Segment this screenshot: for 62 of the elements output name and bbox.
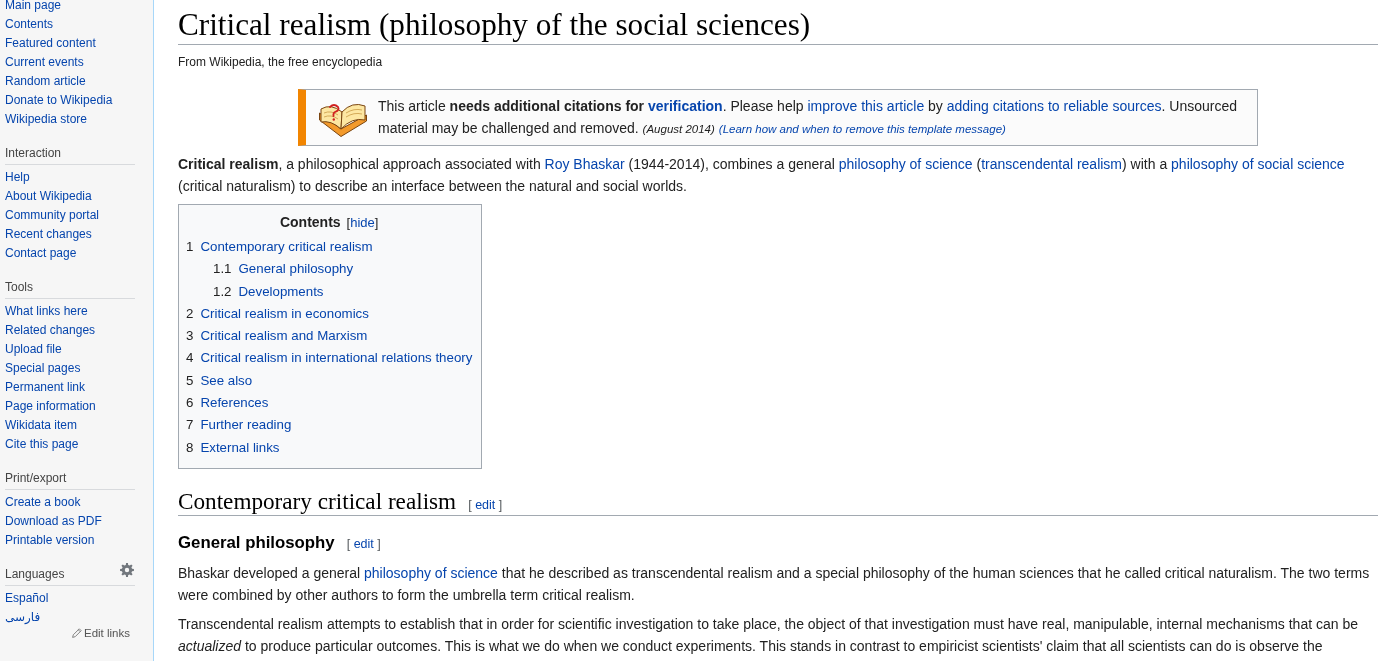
sidebar-link[interactable]: Contact page: [5, 244, 77, 263]
edit-link[interactable]: [ edit ]: [346, 536, 381, 551]
sidebar-link[interactable]: About Wikipedia: [5, 187, 92, 206]
sidebar-link[interactable]: Recent changes: [5, 225, 92, 244]
page-title: Critical realism (philosophy of the social sciences): [178, 7, 1378, 45]
notice-text: This article needs additional citations for verification. Please help improve this article by adding citations to reliable sources. Unsourced material may be challenged and removed. (August 2014) (Learn how and when to remove this template message): [378, 97, 1239, 138]
sidebar-link[interactable]: What links here: [5, 302, 88, 321]
sidebar-link[interactable]: Page information: [5, 397, 96, 416]
article-link[interactable]: philosophy of science: [838, 156, 973, 172]
language-link[interactable]: فارسی: [5, 608, 41, 627]
subsection-title: General philosophy: [178, 531, 335, 554]
sidebar-heading: Print/export: [5, 470, 135, 490]
article-link[interactable]: transcendental realism: [981, 156, 1123, 172]
toc-link[interactable]: 2 Critical realism in economics: [186, 302, 369, 326]
tagline: From Wikipedia, the free encyclopedia: [178, 54, 384, 70]
pencil-icon: [71, 628, 82, 638]
toc-link[interactable]: 8 External links: [186, 436, 280, 459]
toc-link[interactable]: 4 Critical realism in international relations theory: [186, 347, 473, 370]
edit-link[interactable]: [ edit ]: [468, 497, 503, 512]
toc-link[interactable]: 7 Further reading: [186, 414, 292, 437]
paragraph: Critical realism, a philosophical approach associated with Roy Bhaskar (1944-2014), combines a general philosophy of science (transcendental realism) with a philosophy of social science (critical naturalism) to describe an interface between the natural and social worlds.: [178, 155, 1346, 196]
sidebar-link[interactable]: Related changes: [5, 321, 96, 340]
sidebar-heading: Tools: [5, 279, 135, 299]
notice-link[interactable]: verification: [647, 98, 723, 114]
article-link[interactable]: Roy Bhaskar: [544, 156, 625, 172]
sidebar-link[interactable]: Permanent link: [5, 378, 86, 397]
sidebar-link[interactable]: Wikidata item: [5, 416, 78, 435]
sidebar-link[interactable]: Contents: [5, 15, 54, 34]
toc-link[interactable]: 5 See also: [186, 369, 253, 393]
article-link[interactable]: philosophy of social science: [1171, 156, 1345, 172]
sidebar-link[interactable]: Help: [5, 168, 30, 187]
template-help-link[interactable]: (Learn how and when to remove this template message): [718, 123, 1006, 135]
notice-link[interactable]: adding citations to reliable sources: [946, 98, 1162, 114]
sidebar-link[interactable]: Cite this page: [5, 435, 79, 454]
sidebar-link[interactable]: Featured content: [5, 34, 96, 53]
toc-link[interactable]: 3 Critical realism and Marxism: [186, 325, 368, 348]
paragraph: Bhaskar developed a general philosophy of science that he described as transcendental realism and a special philosophy of the human sciences that he called critical naturalism. The two terms were combined by other authors to form the umbrella term critical realism.: [178, 563, 1371, 605]
sidebar-link[interactable]: Current events: [5, 53, 84, 72]
edit-links-link[interactable]: Edit links: [71, 625, 130, 641]
article-link[interactable]: philosophy of science: [364, 564, 498, 581]
sidebar-link[interactable]: Download as PDF: [5, 512, 102, 531]
sidebar-link[interactable]: Community portal: [5, 206, 100, 225]
settings-icon[interactable]: [120, 563, 134, 577]
toc-link[interactable]: 1 Contemporary critical realism: [186, 236, 373, 259]
sidebar-link[interactable]: Printable version: [5, 531, 95, 550]
sidebar-link[interactable]: Random article: [5, 72, 86, 91]
toc-link[interactable]: 1.2 Developments: [213, 280, 324, 303]
sidebar-link[interactable]: Main page: [5, 0, 62, 15]
sidebar-link[interactable]: Create a book: [5, 493, 81, 512]
toc-link[interactable]: 6 References: [186, 392, 269, 415]
sidebar-link[interactable]: Upload file: [5, 340, 62, 359]
notice-link[interactable]: improve this article: [807, 98, 925, 114]
toc-title: Contents: [279, 213, 341, 232]
language-link[interactable]: Español: [5, 589, 49, 608]
toc-toggle[interactable]: [hide]: [346, 212, 379, 234]
sidebar-heading: Interaction: [5, 145, 135, 165]
sidebar-link[interactable]: Special pages: [5, 359, 81, 378]
section-title: Contemporary critical realism: [178, 486, 457, 515]
paragraph: Transcendental realism attempts to establish that in order for scientific investigation to take place, the object of that investigation must have real, manipulable, internal mechanisms that can be actualized to produce particular outcomes. This is what we do when we conduct experiments. This stands in contrast to empiricist scientists' claim that all scientists can do is observe the: [178, 614, 1359, 656]
sidebar-link[interactable]: Wikipedia store: [5, 110, 88, 129]
sidebar-link[interactable]: Donate to Wikipedia: [5, 91, 113, 110]
toc-link[interactable]: 1.1 General philosophy: [213, 258, 354, 281]
